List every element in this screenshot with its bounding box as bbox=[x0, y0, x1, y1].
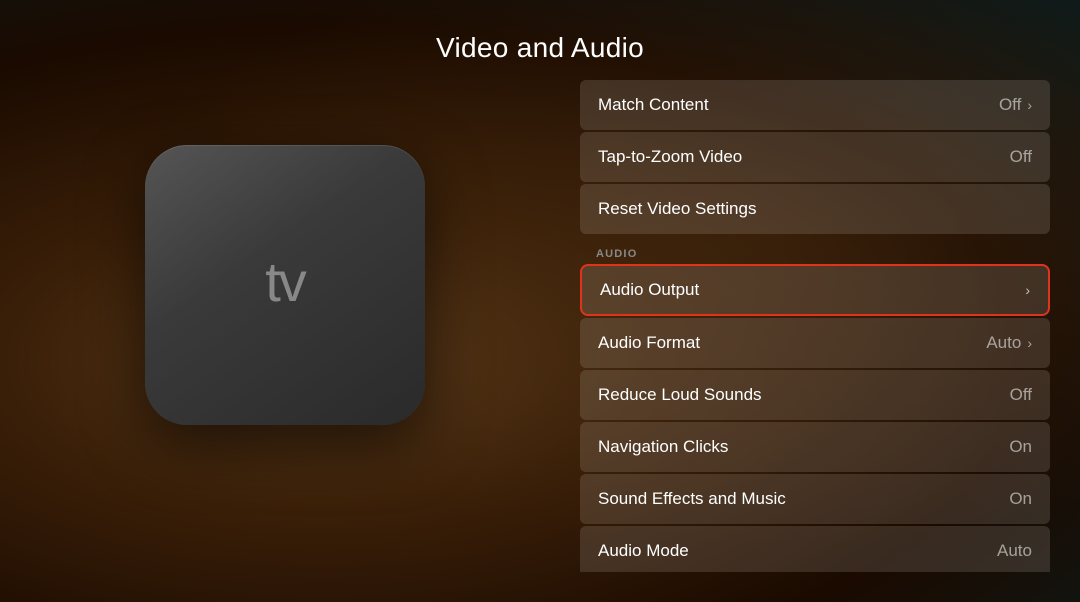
audio-output-label: Audio Output bbox=[600, 280, 699, 300]
audio-format-chevron-icon: › bbox=[1027, 335, 1032, 351]
settings-row-audio-format[interactable]: Audio Format Auto › bbox=[580, 318, 1050, 368]
audio-settings-group: AUDIO Audio Output › Audio Format Auto ›… bbox=[580, 240, 1050, 572]
apple-tv-box: tv bbox=[145, 145, 425, 425]
navigation-clicks-label: Navigation Clicks bbox=[598, 437, 728, 457]
sound-effects-label: Sound Effects and Music bbox=[598, 489, 786, 509]
match-content-label: Match Content bbox=[598, 95, 709, 115]
match-content-right: Off › bbox=[999, 95, 1032, 115]
device-illustration: tv bbox=[100, 100, 470, 470]
sound-effects-value: On bbox=[1009, 489, 1032, 509]
reduce-loud-right: Off bbox=[1010, 385, 1032, 405]
reset-video-label: Reset Video Settings bbox=[598, 199, 756, 219]
settings-row-tap-to-zoom[interactable]: Tap-to-Zoom Video Off bbox=[580, 132, 1050, 182]
navigation-clicks-right: On bbox=[1009, 437, 1032, 457]
audio-format-value: Auto bbox=[986, 333, 1021, 353]
tv-text: tv bbox=[265, 249, 305, 314]
audio-mode-right: Auto bbox=[997, 541, 1032, 561]
settings-row-reset-video[interactable]: Reset Video Settings bbox=[580, 184, 1050, 234]
match-content-value: Off bbox=[999, 95, 1021, 115]
reduce-loud-label: Reduce Loud Sounds bbox=[598, 385, 762, 405]
settings-row-reduce-loud[interactable]: Reduce Loud Sounds Off bbox=[580, 370, 1050, 420]
audio-mode-label: Audio Mode bbox=[598, 541, 689, 561]
settings-row-match-content[interactable]: Match Content Off › bbox=[580, 80, 1050, 130]
tap-to-zoom-right: Off bbox=[1010, 147, 1032, 167]
settings-row-sound-effects[interactable]: Sound Effects and Music On bbox=[580, 474, 1050, 524]
settings-row-audio-mode[interactable]: Audio Mode Auto bbox=[580, 526, 1050, 572]
audio-mode-value: Auto bbox=[997, 541, 1032, 561]
audio-output-right: › bbox=[1023, 282, 1030, 298]
audio-section-label: AUDIO bbox=[580, 240, 1050, 264]
settings-row-navigation-clicks[interactable]: Navigation Clicks On bbox=[580, 422, 1050, 472]
audio-format-right: Auto › bbox=[986, 333, 1032, 353]
audio-output-chevron-icon: › bbox=[1025, 282, 1030, 298]
sound-effects-right: On bbox=[1009, 489, 1032, 509]
settings-row-audio-output[interactable]: Audio Output › bbox=[580, 264, 1050, 316]
video-settings-group: Match Content Off › Tap-to-Zoom Video Of… bbox=[580, 80, 1050, 234]
page-title: Video and Audio bbox=[0, 32, 1080, 64]
tap-to-zoom-label: Tap-to-Zoom Video bbox=[598, 147, 742, 167]
tap-to-zoom-value: Off bbox=[1010, 147, 1032, 167]
settings-panel: Match Content Off › Tap-to-Zoom Video Of… bbox=[580, 80, 1050, 572]
audio-format-label: Audio Format bbox=[598, 333, 700, 353]
navigation-clicks-value: On bbox=[1009, 437, 1032, 457]
reduce-loud-value: Off bbox=[1010, 385, 1032, 405]
match-content-chevron-icon: › bbox=[1027, 97, 1032, 113]
